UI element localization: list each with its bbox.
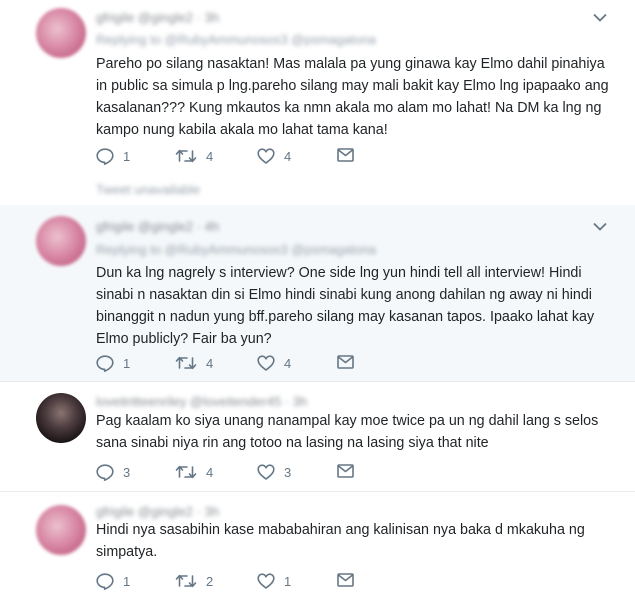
replying-to: Replying to @RubyAmmunosos3 @psmagatona	[96, 32, 377, 47]
reply-button[interactable]: 3	[96, 464, 130, 481]
tweet-text: Hindi nya sasabihin kase mababahiran ang…	[96, 522, 585, 560]
dm-button[interactable]	[337, 148, 354, 162]
retweet-count: 4	[206, 464, 214, 480]
retweet-button[interactable]: 4	[175, 148, 213, 164]
retweet-icon	[175, 574, 197, 588]
envelope-icon	[337, 464, 354, 478]
retweet-count: 2	[206, 573, 214, 589]
dm-button[interactable]	[337, 464, 354, 478]
retweet-button[interactable]: 2	[175, 573, 213, 589]
chevron-down-icon[interactable]	[593, 222, 607, 231]
like-button[interactable]: 4	[257, 148, 291, 164]
retweet-button[interactable]: 4	[175, 355, 213, 371]
avatar[interactable]	[36, 8, 86, 58]
tweet-header: loveitritteenriley @loveitender45 · 3h	[96, 394, 308, 409]
avatar[interactable]	[36, 505, 86, 555]
retweet-count: 4	[206, 148, 214, 164]
avatar[interactable]	[36, 216, 86, 266]
reply-count: 1	[123, 574, 131, 589]
dm-button[interactable]	[337, 573, 354, 587]
avatar[interactable]	[36, 393, 86, 443]
tweet-unavailable: Tweet unavailable	[96, 182, 201, 197]
reply-count: 1	[123, 149, 131, 164]
heart-icon	[257, 148, 275, 164]
chevron-down-icon[interactable]	[593, 13, 607, 22]
tweet-actions: 3 4 3	[96, 464, 366, 482]
reply-count: 3	[123, 465, 131, 480]
retweet-count: 4	[206, 355, 214, 371]
retweet-icon	[175, 465, 197, 479]
like-button[interactable]: 1	[257, 573, 291, 589]
reply-icon	[96, 464, 114, 481]
tweet-actions: 1 2 1	[96, 573, 366, 591]
tweet-3[interactable]: loveitritteenriley @loveitender45 · 3h P…	[0, 382, 635, 492]
reply-icon	[96, 573, 114, 590]
like-count: 4	[284, 355, 292, 371]
reply-count: 1	[123, 356, 131, 371]
heart-icon	[257, 573, 275, 589]
retweet-button[interactable]: 4	[175, 464, 213, 480]
heart-icon	[257, 464, 275, 480]
retweet-icon	[175, 149, 197, 163]
tweet-2[interactable]: gfrigile @gingle2 · 4h Replying to @Ruby…	[0, 205, 635, 382]
tweet-header: gfrigile @gingle2 · 3h	[96, 10, 220, 25]
like-count: 4	[284, 148, 292, 164]
like-count: 3	[284, 464, 292, 480]
reply-icon	[96, 148, 114, 165]
tweet-actions: 1 4 4	[96, 148, 366, 166]
reply-icon	[96, 355, 114, 372]
retweet-icon	[175, 356, 197, 370]
envelope-icon	[337, 573, 354, 587]
envelope-icon	[337, 148, 354, 162]
reply-button[interactable]: 1	[96, 148, 130, 165]
reply-button[interactable]: 1	[96, 355, 130, 372]
tweet-4[interactable]: gfrigile @gingle2 · 3h Hindi nya sasabih…	[0, 492, 635, 597]
like-button[interactable]: 3	[257, 464, 291, 480]
tweet-header: gfrigile @gingle2 · 4h	[96, 219, 220, 234]
like-count: 1	[284, 573, 292, 589]
tweet-text: Dun ka lng nagrely s interview? One side…	[96, 265, 595, 347]
tweet-1[interactable]: gfrigile @gingle2 · 3h Replying to @Ruby…	[0, 0, 635, 205]
tweet-actions: 1 4 4	[96, 355, 366, 373]
envelope-icon	[337, 355, 354, 369]
tweet-text: Pag kaalam ko siya unang nanampal kay mo…	[96, 413, 599, 451]
heart-icon	[257, 355, 275, 371]
replying-to: Replying to @RubyAmmunosos3 @psmagatona	[96, 242, 377, 257]
like-button[interactable]: 4	[257, 355, 291, 371]
tweet-text: Pareho po silang nasaktan! Mas malala pa…	[96, 56, 609, 138]
reply-button[interactable]: 1	[96, 573, 130, 590]
tweet-header: gfrigile @gingle2 · 3h	[96, 504, 220, 519]
dm-button[interactable]	[337, 355, 354, 369]
